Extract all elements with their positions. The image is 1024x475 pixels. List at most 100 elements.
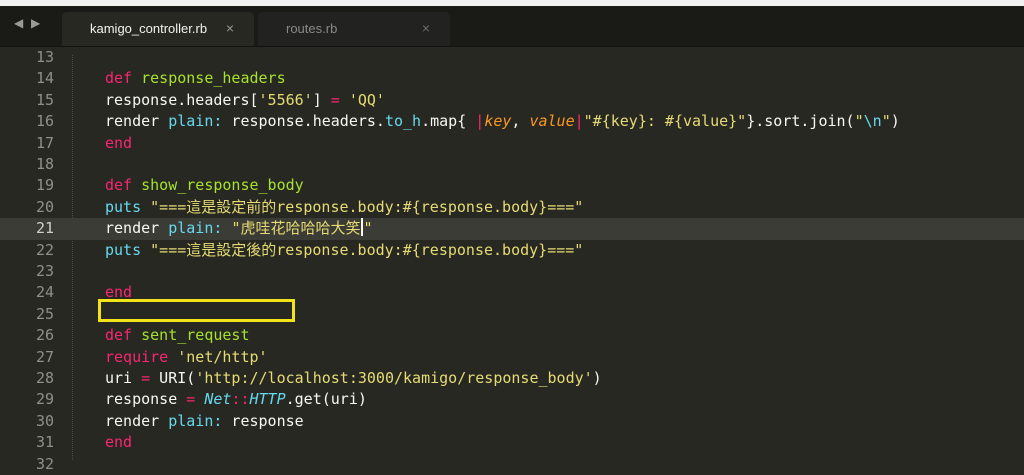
code-token: to_h (384, 112, 422, 131)
code-line[interactable]: 22 puts "===這是設定後的response.body:#{respons… (0, 240, 1024, 261)
code-text: def sent_request (105, 325, 250, 346)
code-text: end (105, 133, 132, 154)
line-number: 27 (35, 347, 54, 366)
code-token: uri (105, 369, 142, 387)
code-line[interactable]: 28 uri = URI('http://localhost:3000/kamig… (0, 368, 1024, 389)
code-token: | (475, 112, 485, 131)
code-text: render plain: "虎哇花哈哈哈大笑 " (105, 218, 373, 239)
tab-bar: ◀ ▶ kamigo_controller.rb × routes.rb × (0, 6, 1024, 47)
code-token: " (854, 112, 864, 131)
code-line[interactable]: 21 render plain: "虎哇花哈哈哈大笑 " (0, 218, 1024, 240)
code-editor[interactable]: 13 14 def response_headers 15 response.heade… (0, 47, 1024, 473)
code-token: def (105, 176, 133, 195)
code-token: " (363, 219, 373, 238)
line-number: 22 (35, 240, 54, 259)
code-token: plain: (168, 411, 223, 430)
line-number: 28 (35, 369, 54, 387)
code-token: " (881, 112, 891, 131)
code-token: '5566' (258, 90, 313, 109)
code-token: plain: (168, 219, 223, 238)
line-number: 26 (35, 326, 54, 345)
code-token: URI( (150, 369, 196, 387)
code-line[interactable]: 15 response.headers['5566'] = 'QQ' (0, 90, 1024, 111)
tab-routes[interactable]: routes.rb × (258, 12, 450, 46)
code-text: require 'net/http' (105, 347, 268, 368)
code-text: render plain: response (105, 411, 304, 432)
code-line[interactable]: 19 def show_response_body (0, 175, 1024, 196)
code-line[interactable]: 23 (0, 261, 1024, 282)
line-number: 31 (35, 433, 54, 452)
code-token: def (105, 69, 133, 88)
code-line[interactable]: 31 end (0, 432, 1024, 453)
line-number: 30 (35, 411, 54, 430)
code-token: ) (592, 369, 602, 387)
code-token: :: (231, 390, 250, 409)
code-line[interactable]: 18 (0, 154, 1024, 175)
line-number: 15 (35, 90, 54, 109)
code-token: sent_request (141, 326, 250, 345)
code-token: .map{ (421, 112, 476, 131)
code-line[interactable]: 13 (0, 47, 1024, 68)
code-token: 'net/http' (177, 347, 268, 366)
code-token: Net (204, 390, 232, 409)
code-line[interactable]: 20 puts "===這是設定前的response.body:#{respons… (0, 197, 1024, 218)
code-text: def response_headers (105, 68, 286, 89)
code-line[interactable]: 29 response = Net::HTTP.get(uri) (0, 389, 1024, 410)
code-line[interactable]: 27 require 'net/http' (0, 347, 1024, 368)
code-token: 'QQ' (348, 90, 385, 109)
code-token: def (105, 326, 133, 345)
line-number: 13 (35, 48, 54, 66)
code-text: uri = URI('http://localhost:3000/kamigo/… (105, 368, 602, 389)
code-token: = (330, 90, 340, 109)
code-token: end (105, 133, 133, 152)
line-number: 16 (35, 112, 54, 131)
code-token: = (141, 369, 151, 387)
code-token: , (511, 112, 530, 131)
close-icon[interactable]: × (422, 20, 430, 36)
code-token: "#{key}: #{value}" (583, 112, 747, 131)
code-token: }.sort.join( (746, 112, 855, 131)
code-token: end (105, 433, 133, 452)
code-token: render (105, 112, 169, 131)
code-line[interactable]: 17 end (0, 133, 1024, 154)
line-number: 32 (35, 454, 54, 473)
code-token: response.headers. (222, 112, 385, 131)
code-line[interactable]: 32 (0, 454, 1024, 475)
line-number: 23 (35, 262, 54, 280)
line-number: 19 (35, 176, 54, 195)
line-number: 21 (35, 219, 54, 238)
code-token: key (484, 112, 512, 131)
code-token: response (222, 411, 304, 430)
code-token: "===這是設定前的response.body:#{response.body}… (150, 197, 584, 216)
line-number: 24 (35, 283, 54, 302)
code-token: ] (312, 90, 331, 109)
require-highlight-box (98, 299, 295, 322)
close-icon[interactable]: × (226, 20, 234, 36)
code-token: value (529, 112, 575, 131)
tab-nav-arrows-icon[interactable]: ◀ ▶ (14, 16, 42, 30)
code-token: response.headers[ (105, 90, 259, 109)
tab-label: routes.rb (286, 21, 338, 36)
code-token: = (186, 390, 196, 409)
code-text: def show_response_body (105, 175, 304, 196)
code-token: response (105, 390, 187, 409)
code-text: response = Net::HTTP.get(uri) (105, 389, 367, 410)
code-text: response.headers['5566'] = 'QQ' (105, 90, 385, 111)
code-line[interactable]: 16 render plain: response.headers.to_h.ma… (0, 111, 1024, 132)
code-token: show_response_body (141, 176, 304, 195)
line-number: 25 (35, 304, 54, 323)
line-number: 20 (35, 197, 54, 216)
line-number: 17 (35, 133, 54, 152)
code-line[interactable]: 26 def sent_request (0, 325, 1024, 346)
code-text: render plain: response.headers.to_h.map{… (105, 111, 900, 132)
code-line[interactable]: 14 def response_headers (0, 68, 1024, 89)
code-token: require (105, 347, 169, 366)
code-line[interactable]: 30 render plain: response (0, 411, 1024, 432)
tab-kamigo-controller[interactable]: kamigo_controller.rb × (62, 12, 254, 46)
code-token: HTTP (249, 390, 286, 409)
